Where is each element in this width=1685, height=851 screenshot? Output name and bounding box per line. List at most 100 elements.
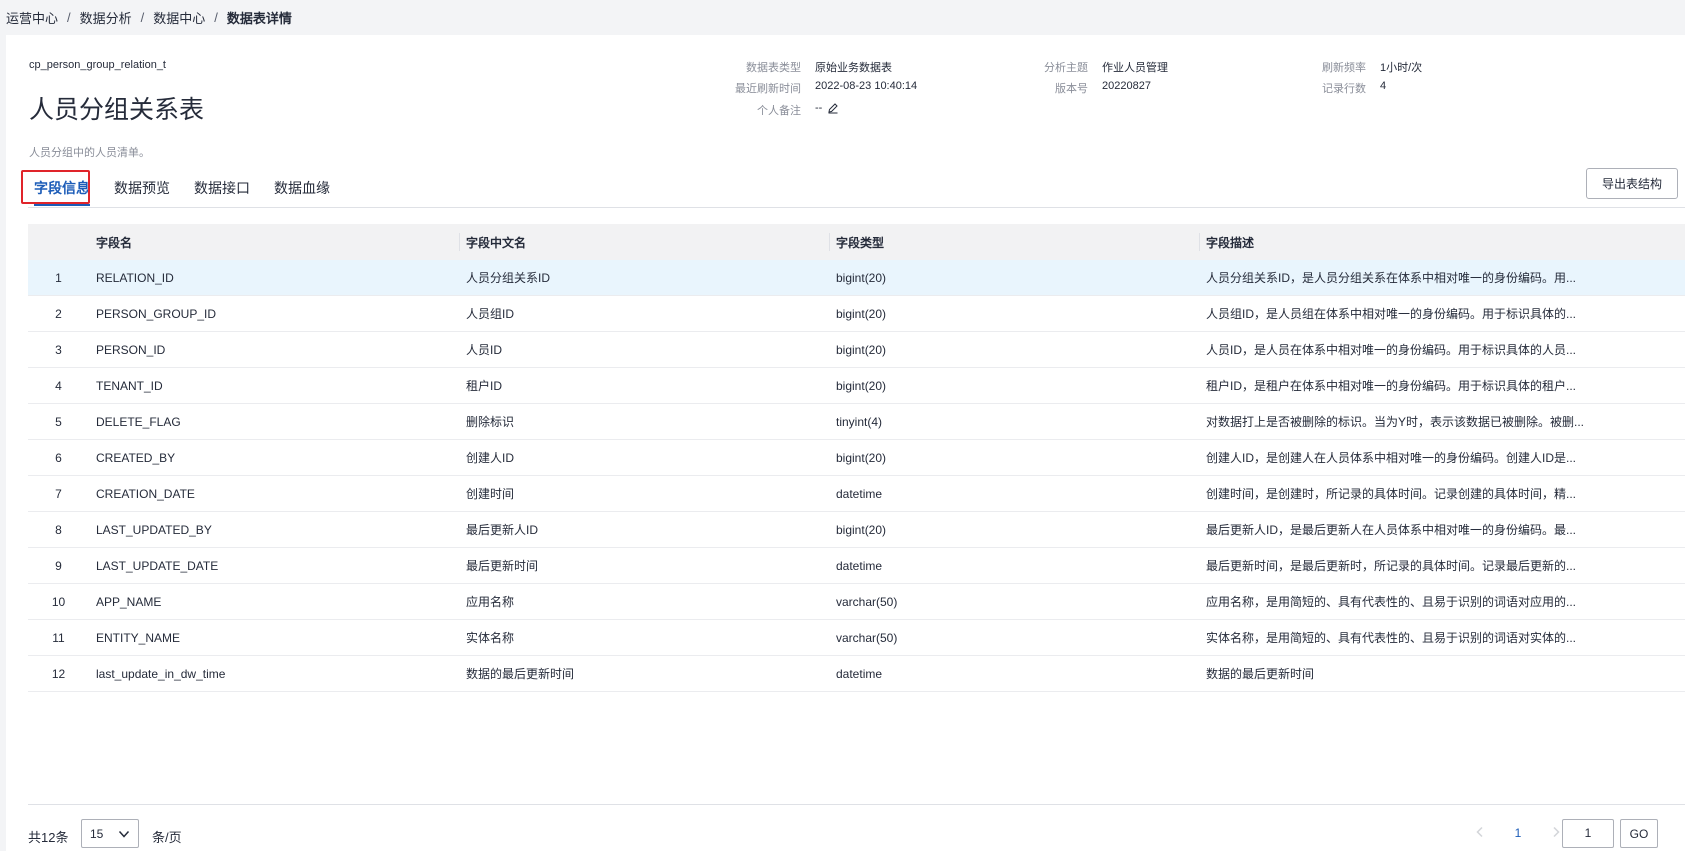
edit-icon[interactable] [827,102,839,118]
table-row[interactable]: 9 LAST_UPDATE_DATE 最后更新时间 datetime 最后更新时… [28,547,1685,584]
cell-description: 创建人ID，是创建人在人员体系中相对唯一的身份编码。创建人ID是... [1199,439,1685,476]
table-row[interactable]: 2 PERSON_GROUP_ID 人员组ID bigint(20) 人员组ID… [28,295,1685,332]
export-structure-button[interactable]: 导出表结构 [1586,168,1678,199]
cell-description: 最后更新时间，是最后更新时，所记录的具体时间。记录最后更新的... [1199,547,1685,584]
cell-chinese-name: 租户ID [459,367,829,404]
cell-description: 人员分组关系ID，是人员分组关系在体系中相对唯一的身份编码。用... [1199,260,1685,296]
table-row[interactable]: 6 CREATED_BY 创建人ID bigint(20) 创建人ID，是创建人… [28,439,1685,476]
column-divider [1199,233,1200,251]
tab-data-lineage[interactable]: 数据血缘 [268,172,336,205]
cell-field-type: bigint(20) [829,367,1199,404]
page-number-current[interactable]: 1 [1504,819,1532,847]
breadcrumb-item-ops-center[interactable]: 运营中心 [6,8,58,27]
column-divider [829,233,830,251]
column-header-label: 字段中文名 [466,235,527,250]
meta-value: 2022-08-23 10:40:14 [815,80,918,92]
page-title: 人员分组关系表 [29,96,205,124]
table-row[interactable]: 3 PERSON_ID 人员ID bigint(20) 人员ID，是人员在体系中… [28,331,1685,368]
cell-field-name: PERSON_ID [89,331,459,368]
chevron-left-icon [1474,826,1486,841]
table-code: cp_person_group_relation_t [29,59,166,71]
cell-field-name: APP_NAME [89,583,459,620]
cell-field-name: last_update_in_dw_time [89,655,459,692]
table-row[interactable]: 10 APP_NAME 应用名称 varchar(50) 应用名称，是用简短的、… [28,583,1685,620]
total-count: 共12条 [28,830,69,845]
meta-value: -- [815,102,823,114]
meta-personal-note: 个人备注 -- [721,102,839,118]
table-row[interactable]: 7 CREATION_DATE 创建时间 datetime 创建时间，是创建时，… [28,475,1685,512]
cell-index: 4 [28,367,89,404]
table-row[interactable]: 4 TENANT_ID 租户ID bigint(20) 租户ID，是租户在体系中… [28,367,1685,404]
meta-label: 分析主题 [1044,62,1088,74]
cell-field-name: DELETE_FLAG [89,403,459,440]
cell-field-name: ENTITY_NAME [89,619,459,656]
table-row[interactable]: 11 ENTITY_NAME 实体名称 varchar(50) 实体名称，是用简… [28,619,1685,656]
cell-field-type: bigint(20) [829,260,1199,296]
cell-field-type: varchar(50) [829,619,1199,656]
cell-chinese-name: 删除标识 [459,403,829,440]
column-header-label: 字段描述 [1206,235,1255,250]
meta-value: 4 [1380,80,1387,92]
meta-row-count: 记录行数 4 [1286,80,1386,96]
meta-label: 版本号 [1055,83,1088,95]
table-row[interactable]: 5 DELETE_FLAG 删除标识 tinyint(4) 对数据打上是否被删除… [28,403,1685,440]
meta-topic: 分析主题 作业人员管理 [1008,59,1168,75]
tabs-divider [28,207,1685,208]
column-divider [459,233,460,251]
tab-field-info[interactable]: 字段信息 [28,172,96,206]
breadcrumb-separator: / [214,10,218,25]
meta-value: 作业人员管理 [1102,62,1168,74]
footer-divider [28,804,1685,805]
cell-field-type: varchar(50) [829,583,1199,620]
meta-label: 刷新频率 [1322,62,1366,74]
cell-chinese-name: 创建时间 [459,475,829,512]
breadcrumb-item-data-analysis[interactable]: 数据分析 [80,8,132,27]
cell-chinese-name: 创建人ID [459,439,829,476]
chevron-down-icon [118,828,130,843]
cell-index: 11 [28,619,89,656]
go-button[interactable]: GO [1620,819,1658,848]
meta-label: 数据表类型 [746,62,801,74]
column-header-label: 字段名 [96,235,133,250]
tab-data-interface[interactable]: 数据接口 [188,172,256,205]
prev-page-button[interactable] [1466,819,1494,847]
breadcrumb-item-data-center[interactable]: 数据中心 [153,8,205,27]
cell-chinese-name: 最后更新时间 [459,547,829,584]
per-page-label: 条/页 [152,830,182,845]
breadcrumb-current: 数据表详情 [226,11,292,26]
cell-index: 3 [28,331,89,368]
tab-bar: 字段信息 数据预览 数据接口 数据血缘 [28,172,348,206]
cell-field-name: RELATION_ID [89,260,459,296]
cell-description: 应用名称，是用简短的、具有代表性的、且易于识别的词语对应用的... [1199,583,1685,620]
cell-index: 10 [28,583,89,620]
cell-field-type: bigint(20) [829,331,1199,368]
cell-field-name: TENANT_ID [89,367,459,404]
column-header-index [28,224,89,260]
column-header-description[interactable]: 字段描述 [1199,224,1685,260]
page-size-select[interactable]: 15 [81,819,139,848]
cell-chinese-name: 人员ID [459,331,829,368]
table-row[interactable]: 8 LAST_UPDATED_BY 最后更新人ID bigint(20) 最后更… [28,511,1685,548]
tab-data-preview[interactable]: 数据预览 [108,172,176,205]
cell-field-type: bigint(20) [829,295,1199,332]
cell-field-type: bigint(20) [829,511,1199,548]
cell-index: 7 [28,475,89,512]
column-header-chinese-name[interactable]: 字段中文名 [459,224,829,260]
meta-label: 记录行数 [1322,83,1366,95]
table-header-row: 字段名 字段中文名 字段类型 字段描述 [28,224,1685,260]
column-header-field-type[interactable]: 字段类型 [829,224,1199,260]
table-row[interactable]: 1 RELATION_ID 人员分组关系ID bigint(20) 人员分组关系… [28,260,1685,296]
cell-field-type: datetime [829,475,1199,512]
table-row[interactable]: 12 last_update_in_dw_time 数据的最后更新时间 date… [28,655,1685,692]
column-header-field-name[interactable]: 字段名 [89,224,459,260]
breadcrumb: 运营中心 / 数据分析 / 数据中心 / 数据表详情 [6,8,292,27]
cell-field-type: tinyint(4) [829,403,1199,440]
goto-page-input[interactable]: 1 [1562,819,1614,848]
meta-value: 原始业务数据表 [815,62,892,74]
cell-field-name: PERSON_GROUP_ID [89,295,459,332]
cell-index: 12 [28,655,89,692]
meta-value: 20220827 [1102,80,1151,92]
meta-value: 1小时/次 [1380,62,1423,74]
cell-chinese-name: 人员组ID [459,295,829,332]
cell-chinese-name: 人员分组关系ID [459,260,829,296]
